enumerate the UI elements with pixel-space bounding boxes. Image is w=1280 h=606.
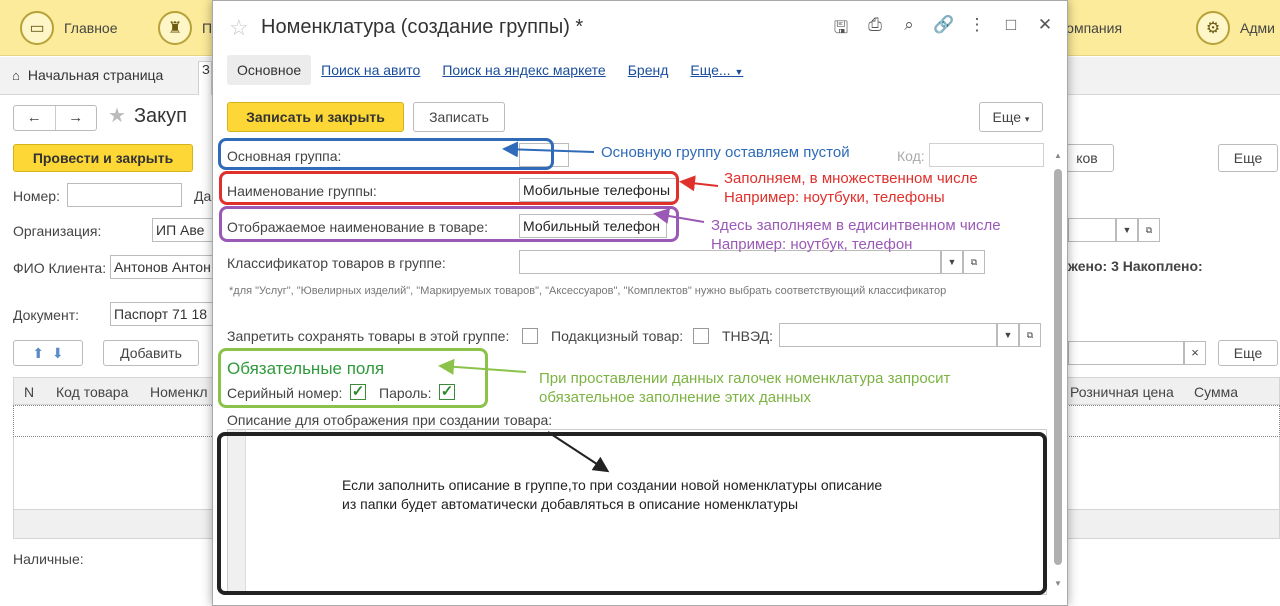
- star-icon[interactable]: ☆: [229, 15, 249, 41]
- blue-annotation-box: [218, 138, 554, 170]
- tab-brand[interactable]: Бренд: [628, 62, 669, 78]
- excise-label: Подакцизный товар:: [551, 328, 684, 344]
- tab-purchase-doc[interactable]: З: [198, 61, 212, 95]
- star-icon[interactable]: ★: [108, 105, 126, 127]
- post-close-button[interactable]: Провести и закрыть: [13, 144, 193, 172]
- scroll-thumb[interactable]: [1054, 169, 1062, 565]
- dialog-tabs: Основное Поиск на авито Поиск на яндекс …: [227, 53, 765, 87]
- nav-buttons: ← →: [13, 105, 97, 131]
- search-field[interactable]: [1068, 341, 1184, 365]
- org-field-right[interactable]: [1068, 218, 1116, 242]
- section-label: П: [202, 20, 213, 36]
- purple-annotation-box: [219, 206, 679, 242]
- arrow-up-icon[interactable]: ⬆: [32, 345, 44, 361]
- dialog-title: Номенклатура (создание группы) *: [261, 16, 584, 38]
- excise-checkbox[interactable]: [693, 328, 709, 344]
- back-icon[interactable]: ←: [14, 106, 55, 130]
- section-label: Главное: [64, 20, 118, 36]
- blue-annotation-text: Основную группу оставляем пустой: [601, 144, 850, 161]
- dialog-toolbar: 🖫 ⎙ ⌕ 🔗 ⋮ □ ✕: [831, 15, 1055, 44]
- move-buttons: ⬆ ⬇: [13, 340, 83, 366]
- preview-icon[interactable]: ⌕: [899, 15, 919, 44]
- org-label: Организация:: [13, 223, 102, 239]
- green-annotation-box: [218, 348, 488, 408]
- purple-annotation-text-1: Здесь заполняем в едисинтвенном числе: [711, 217, 1001, 234]
- tnved-label: ТНВЭД:: [722, 328, 773, 344]
- save-button[interactable]: Записать: [413, 102, 505, 132]
- print-icon[interactable]: ⎙: [865, 15, 885, 44]
- save-disk-icon[interactable]: 🖫: [831, 15, 851, 44]
- section-main[interactable]: ▭ Главное: [20, 10, 118, 46]
- column-header[interactable]: Код товара: [56, 384, 128, 400]
- code-label: Код:: [897, 148, 925, 164]
- date-label: Да: [194, 188, 212, 204]
- cash-label: Наличные:: [13, 551, 84, 567]
- classifier-label: Классификатор товаров в группе:: [227, 255, 446, 271]
- more-button[interactable]: Еще ▾: [979, 102, 1043, 132]
- scroll-up-icon[interactable]: ▲: [1054, 151, 1062, 160]
- code-field[interactable]: [929, 143, 1044, 167]
- client-field[interactable]: Антонов Антон: [110, 255, 212, 279]
- purple-annotation-text-2: Например: ноутбук, телефон: [711, 236, 913, 253]
- section-admin[interactable]: ⚙ Адми: [1196, 10, 1275, 46]
- number-field[interactable]: [67, 183, 182, 207]
- tab-yandex-market[interactable]: Поиск на яндекс маркете: [442, 62, 605, 78]
- red-annotation-text-1: Заполняем, в множественном числе: [724, 170, 978, 187]
- chevron-down-icon[interactable]: ▼: [997, 323, 1019, 347]
- red-annotation-text-2: Например: ноутбуки, телефоны: [724, 189, 945, 206]
- column-header[interactable]: N: [24, 384, 34, 400]
- home-section-icon: ▭: [20, 11, 54, 45]
- org-field[interactable]: ИП Аве: [152, 218, 212, 242]
- red-annotation-box: [219, 171, 679, 205]
- maximize-icon[interactable]: □: [1001, 15, 1021, 44]
- link-icon[interactable]: 🔗: [933, 15, 954, 44]
- add-button[interactable]: Добавить: [103, 340, 199, 366]
- house-icon: ⌂: [12, 68, 20, 83]
- column-header[interactable]: Розничная цена: [1070, 384, 1174, 400]
- tab-main[interactable]: Основное: [227, 55, 312, 85]
- doc-label: Документ:: [13, 307, 79, 323]
- admin-section-icon: ⚙: [1196, 11, 1230, 45]
- arrow-down-icon[interactable]: ⬇: [52, 345, 64, 361]
- forbid-label: Запретить сохранять товары в этой группе…: [227, 328, 510, 344]
- doc-field[interactable]: Паспорт 71 18: [110, 302, 212, 326]
- column-header[interactable]: Сумма: [1194, 384, 1238, 400]
- forbid-checkbox[interactable]: [522, 328, 538, 344]
- open-icon[interactable]: ⧉: [1138, 218, 1160, 242]
- more-vertical-icon[interactable]: ⋮: [967, 15, 987, 44]
- chevron-down-icon[interactable]: ▼: [1116, 218, 1138, 242]
- section-label: Адми: [1240, 20, 1275, 36]
- totals-text: жено: 3 Накоплено:: [1068, 258, 1203, 274]
- open-icon[interactable]: ⧉: [1019, 323, 1041, 347]
- green-annotation-text-2: обязательное заполнение этих данных: [539, 389, 811, 406]
- clear-icon[interactable]: ×: [1184, 341, 1206, 365]
- dialog-header: ☆ Номенклатура (создание группы) * 🖫 ⎙ ⌕…: [213, 1, 1069, 55]
- bg-button-partial[interactable]: ков: [1060, 144, 1114, 172]
- tab-more[interactable]: Еще... ▼: [690, 62, 743, 78]
- tnved-field[interactable]: [779, 323, 997, 347]
- classifier-note: *для "Услуг", "Ювелирных изделий", "Марк…: [229, 285, 947, 297]
- more-button-table[interactable]: Еще: [1218, 340, 1278, 366]
- black-annotation-text-1: Если заполнить описание в группе,то при …: [342, 477, 883, 493]
- close-icon[interactable]: ✕: [1035, 15, 1055, 44]
- black-annotation-text-2: из папки будет автоматически добавляться…: [342, 496, 799, 512]
- scroll-down-icon[interactable]: ▼: [1054, 579, 1062, 588]
- open-icon[interactable]: ⧉: [963, 250, 985, 274]
- page-title: ★ Закуп: [108, 105, 187, 127]
- chevron-down-icon[interactable]: ▼: [941, 250, 963, 274]
- forward-icon[interactable]: →: [54, 106, 97, 130]
- description-label: Описание для отображения при создании то…: [227, 412, 553, 428]
- black-annotation-box: [217, 432, 1047, 595]
- client-label: ФИО Клиента:: [13, 260, 107, 276]
- cart-section-icon: ♜: [158, 11, 192, 45]
- column-header[interactable]: Номенкл: [150, 384, 208, 400]
- tab-home[interactable]: ⌂ Начальная страница: [12, 67, 163, 83]
- green-annotation-text-1: При проставлении данных галочек номенкла…: [539, 370, 951, 387]
- dialog-scrollbar[interactable]: ▲ ▼: [1051, 151, 1065, 595]
- section-purchases[interactable]: ♜ П: [158, 10, 212, 46]
- number-label: Номер:: [13, 188, 60, 204]
- save-close-button[interactable]: Записать и закрыть: [227, 102, 404, 132]
- more-button[interactable]: Еще: [1218, 144, 1278, 172]
- tab-avito[interactable]: Поиск на авито: [321, 62, 420, 78]
